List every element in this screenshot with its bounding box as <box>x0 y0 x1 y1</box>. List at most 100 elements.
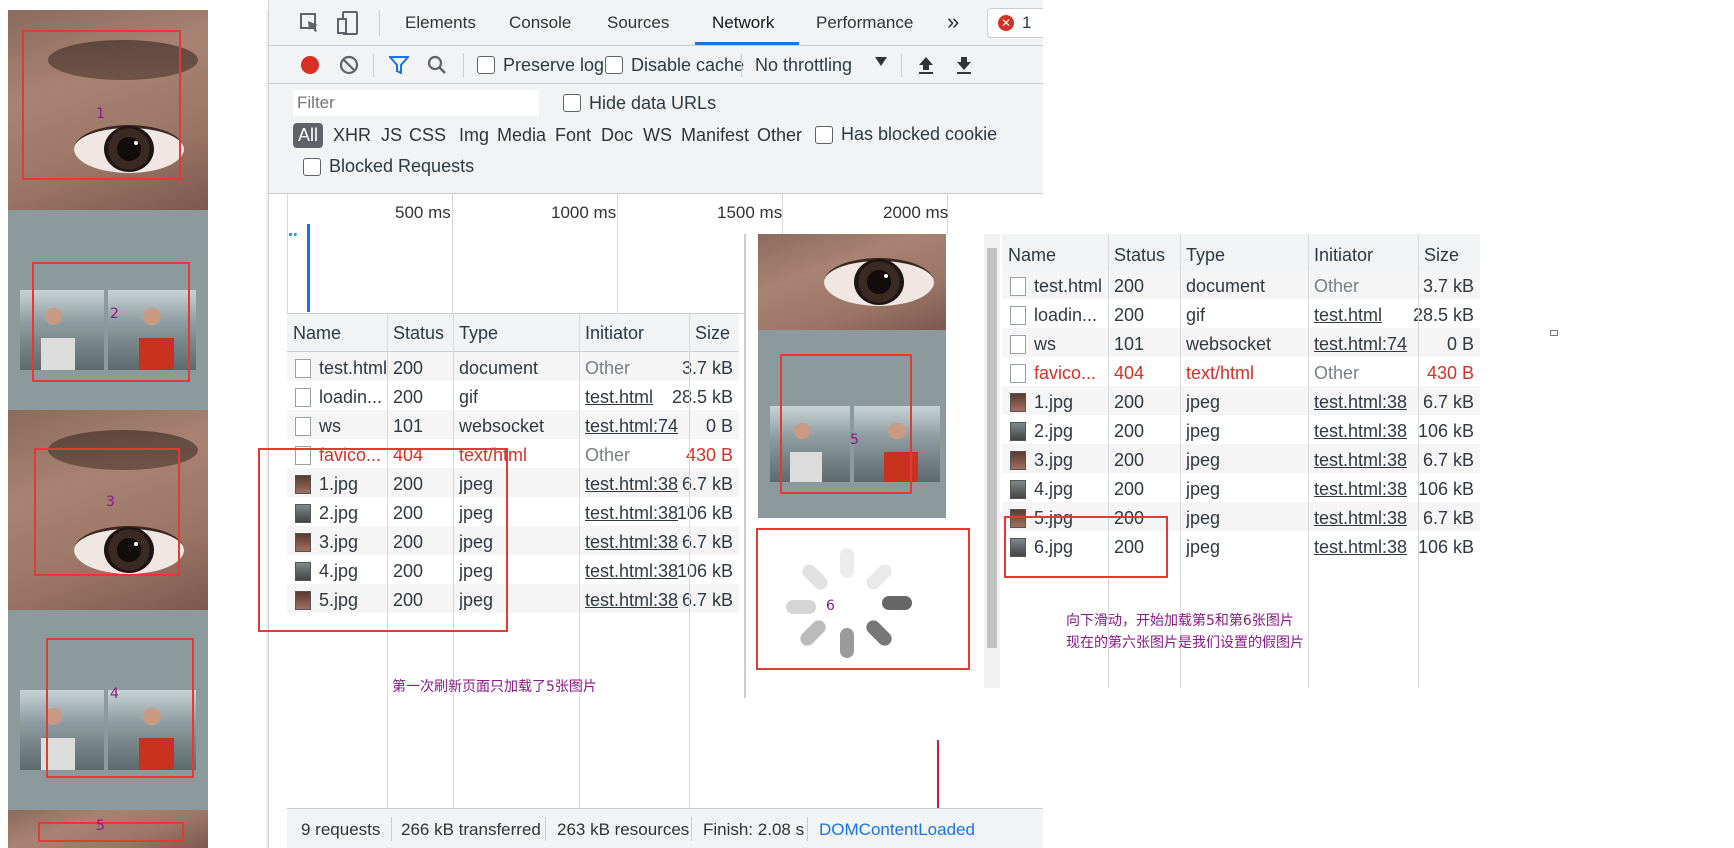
has-blocked-cookies-checkbox[interactable] <box>815 126 833 144</box>
column-divider[interactable] <box>579 314 580 808</box>
request-initiator[interactable]: test.html:38 <box>1314 392 1407 413</box>
request-initiator[interactable]: test.html:74 <box>585 416 678 437</box>
request-initiator[interactable]: test.html:38 <box>585 532 678 553</box>
request-size: 6.7 kB <box>1422 450 1474 470</box>
request-type: jpeg <box>1186 450 1221 470</box>
table-row[interactable]: favico... 404 text/html Other 430 B <box>1002 357 1480 386</box>
filter-type-img[interactable]: Img <box>459 125 489 146</box>
column-divider[interactable] <box>689 314 690 808</box>
highlight-box-image-5 <box>780 354 912 494</box>
blocked-requests-checkbox[interactable] <box>303 158 321 176</box>
request-initiator[interactable]: test.html:38 <box>1314 450 1407 471</box>
export-har-icon[interactable] <box>955 55 973 75</box>
request-size: 0 B <box>1446 334 1474 354</box>
filter-input[interactable] <box>293 90 539 116</box>
image-file-icon <box>1010 393 1026 412</box>
error-icon: ✕ <box>998 15 1014 31</box>
filter-type-manifest[interactable]: Manifest <box>681 125 749 146</box>
clear-icon[interactable] <box>339 55 359 75</box>
request-size: 6.7 kB <box>1422 392 1474 412</box>
request-initiator[interactable]: test.html <box>1314 305 1382 326</box>
request-initiator[interactable]: test.html:38 <box>585 503 678 524</box>
first-refresh-annotation: 第一次刷新页面只加载了5张图片 <box>392 679 597 695</box>
request-initiator[interactable]: test.html:38 <box>585 474 678 495</box>
request-name: favico... <box>1034 363 1097 383</box>
chevron-down-icon[interactable] <box>875 57 887 66</box>
preserve-log-checkbox[interactable] <box>477 56 495 74</box>
request-initiator[interactable]: test.html:38 <box>585 561 678 582</box>
import-har-icon[interactable] <box>917 55 935 75</box>
small-window-icon[interactable] <box>1550 330 1558 336</box>
request-initiator[interactable]: test.html:38 <box>585 590 678 611</box>
table-row[interactable]: 2.jpg 200 jpeg test.html:38 106 kB <box>1002 415 1480 444</box>
request-initiator[interactable]: test.html:38 <box>1314 508 1407 529</box>
search-icon[interactable] <box>427 55 447 75</box>
request-size: 106 kB <box>676 561 733 581</box>
disable-cache-checkbox[interactable] <box>605 56 623 74</box>
hide-data-urls-checkbox[interactable] <box>563 94 581 112</box>
request-initiator: Other <box>1314 363 1360 383</box>
filter-type-css[interactable]: CSS <box>409 125 446 146</box>
column-header-status[interactable]: Status <box>393 323 444 344</box>
more-tabs-button[interactable]: » <box>947 9 959 35</box>
record-button[interactable] <box>301 56 319 74</box>
table-row[interactable]: 4.jpg 200 jpeg test.html:38 106 kB <box>1002 473 1480 502</box>
device-toolbar-icon[interactable] <box>337 11 359 35</box>
column-header-name[interactable]: Name <box>293 323 341 344</box>
filter-icon[interactable] <box>389 56 409 74</box>
tab-console[interactable]: Console <box>509 13 571 33</box>
document-file-icon <box>1010 306 1026 325</box>
request-initiator[interactable]: test.html:38 <box>1314 421 1407 442</box>
filter-type-font[interactable]: Font <box>555 125 591 146</box>
tab-elements[interactable]: Elements <box>405 13 476 33</box>
table-row[interactable]: ws 101 websocket test.html:74 0 B <box>1002 328 1480 357</box>
request-initiator[interactable]: test.html <box>585 387 653 408</box>
filter-type-media[interactable]: Media <box>497 125 546 146</box>
inspect-element-icon[interactable] <box>299 12 321 34</box>
filter-bar: Hide data URLs All XHR JS CSS Img Media … <box>269 84 1043 194</box>
column-header-size[interactable]: Size <box>1424 245 1459 266</box>
table-row[interactable]: 1.jpg 200 jpeg test.html:38 6.7 kB <box>1002 386 1480 415</box>
request-status: 200 <box>1114 479 1145 499</box>
column-header-type[interactable]: Type <box>1186 245 1225 266</box>
request-initiator: Other <box>585 358 631 378</box>
table-row[interactable]: test.html 200 document Other 3.7 kB <box>287 352 739 381</box>
request-name: loadin... <box>1034 305 1098 325</box>
request-initiator: Other <box>1314 276 1360 296</box>
column-header-status[interactable]: Status <box>1114 245 1165 266</box>
tab-sources[interactable]: Sources <box>607 13 669 33</box>
tab-network[interactable]: Network <box>712 13 774 33</box>
column-header-size[interactable]: Size <box>695 323 730 344</box>
column-header-type[interactable]: Type <box>459 323 498 344</box>
table-row[interactable]: test.html 200 document Other 3.7 kB <box>1002 270 1480 299</box>
request-type: jpeg <box>1186 392 1221 412</box>
table-row[interactable]: loadin... 200 gif test.html 28.5 kB <box>287 381 739 410</box>
tab-performance[interactable]: Performance <box>816 13 913 33</box>
table-row[interactable]: loadin... 200 gif test.html 28.5 kB <box>1002 299 1480 328</box>
column-header-initiator[interactable]: Initiator <box>1314 245 1373 266</box>
request-count: 9 requests <box>301 820 381 839</box>
table-row[interactable]: 3.jpg 200 jpeg test.html:38 6.7 kB <box>1002 444 1480 473</box>
request-name: 2.jpg <box>1034 421 1074 441</box>
panel-scrollbar[interactable] <box>984 234 1000 688</box>
request-name: 1.jpg <box>1034 392 1074 412</box>
table-row[interactable]: ws 101 websocket test.html:74 0 B <box>287 410 739 439</box>
request-initiator[interactable]: test.html:38 <box>1314 479 1407 500</box>
request-size: 106 kB <box>1417 537 1474 557</box>
error-counter[interactable]: ✕ 1 <box>987 8 1043 38</box>
filter-type-all[interactable]: All <box>293 123 324 148</box>
column-header-initiator[interactable]: Initiator <box>585 323 644 344</box>
filter-type-doc[interactable]: Doc <box>601 125 633 146</box>
filter-type-ws[interactable]: WS <box>643 125 672 146</box>
column-header-name[interactable]: Name <box>1008 245 1056 266</box>
filter-type-js[interactable]: JS <box>381 125 402 146</box>
request-initiator[interactable]: test.html:74 <box>1314 334 1407 355</box>
column-divider[interactable] <box>1308 234 1309 688</box>
request-initiator[interactable]: test.html:38 <box>1314 537 1407 558</box>
filter-type-xhr[interactable]: XHR <box>333 125 371 146</box>
throttling-select[interactable]: No throttling <box>755 55 852 76</box>
column-divider[interactable] <box>1418 234 1419 688</box>
request-size: 3.7 kB <box>1422 276 1474 296</box>
filter-type-other[interactable]: Other <box>757 125 802 146</box>
request-size: 430 B <box>685 445 733 465</box>
